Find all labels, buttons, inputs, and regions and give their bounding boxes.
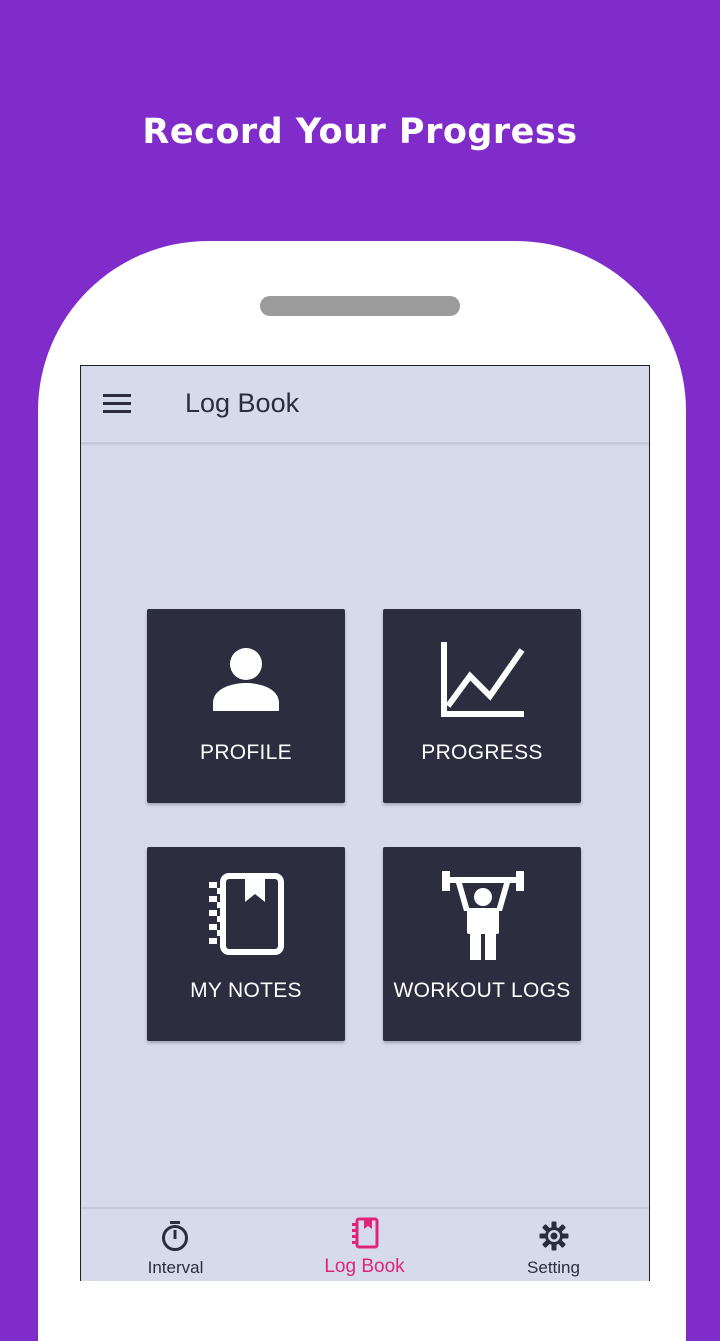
nav-item-setting[interactable]: Setting [459, 1209, 648, 1281]
line-chart-icon [441, 642, 525, 717]
promo-headline: Record Your Progress [142, 112, 578, 152]
stopwatch-icon [162, 1221, 188, 1251]
person-icon [213, 648, 279, 711]
nav-item-interval[interactable]: Interval [81, 1209, 270, 1281]
progress-label: PROGRESS [421, 741, 543, 764]
my-notes-label: MY NOTES [190, 979, 302, 1002]
bottom-navigation: Interval Log Book Setting [81, 1207, 649, 1281]
gear-icon [539, 1221, 569, 1251]
notebook-icon [209, 873, 284, 955]
my-notes-tile[interactable]: MY NOTES [147, 847, 345, 1041]
profile-label: PROFILE [200, 741, 292, 764]
notebook-icon [352, 1217, 379, 1249]
workout-logs-label: WORKOUT LOGS [393, 979, 571, 1002]
nav-label-log-book: Log Book [324, 1256, 405, 1277]
page-title: Log Book [185, 388, 300, 418]
phone-speaker [260, 296, 460, 316]
app-screen: Log Book PROFILE PROGRESS MY NOTES WORKO… [80, 365, 650, 1281]
weightlifter-icon [442, 871, 524, 960]
nav-label-setting: Setting [527, 1258, 580, 1277]
nav-item-log-book[interactable]: Log Book [270, 1209, 459, 1281]
nav-label-interval: Interval [147, 1258, 204, 1277]
progress-tile[interactable]: PROGRESS [383, 609, 581, 803]
app-bar: Log Book [81, 366, 649, 444]
profile-tile[interactable]: PROFILE [147, 609, 345, 803]
hamburger-menu-icon[interactable] [103, 394, 131, 414]
workout-logs-tile[interactable]: WORKOUT LOGS [383, 847, 581, 1041]
